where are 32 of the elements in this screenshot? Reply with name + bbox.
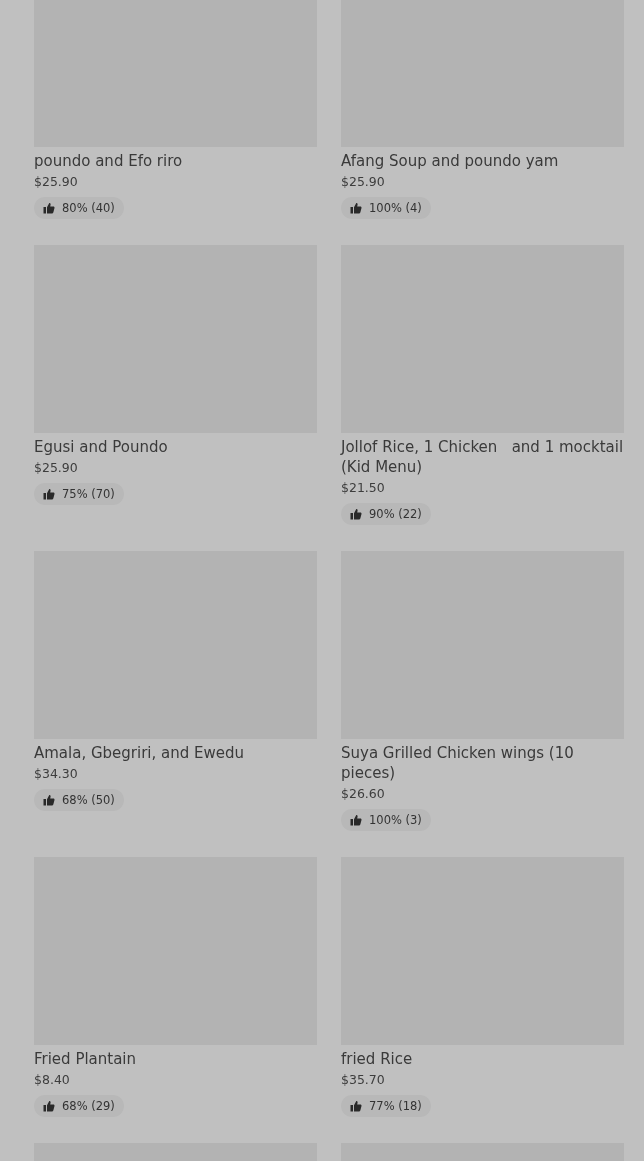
item-name[interactable]: Jollof Rice, 1 Chicken and 1 mocktail (Kid Menu) [341, 437, 624, 477]
thumbs-up-icon [350, 1100, 362, 1112]
item-name[interactable]: Afang Soup and poundo yam [341, 151, 559, 171]
item-name[interactable]: Suya Grilled Chicken wings (10 pieces) [341, 743, 624, 783]
thumbs-up-icon [350, 202, 362, 214]
thumbs-up-icon [350, 814, 362, 826]
item-price: $25.90 [34, 173, 78, 191]
item-price: $21.50 [341, 479, 385, 497]
item-price: $25.90 [34, 459, 78, 477]
item-name[interactable]: Amala, Gbegriri, and Ewedu [34, 743, 245, 763]
thumbs-up-icon [43, 488, 55, 500]
item-name[interactable]: poundo and Efo riro [34, 151, 183, 171]
thumbs-up-icon [350, 508, 362, 520]
thumbs-up-icon [43, 1100, 55, 1112]
item-name[interactable]: Egusi and Poundo [34, 437, 168, 457]
item-price: $8.40 [34, 1071, 70, 1089]
item-price: $25.90 [341, 173, 385, 191]
rating-badge: 75% (70) [34, 483, 124, 505]
rating-badge: 68% (29) [34, 1095, 124, 1117]
rating-badge: 68% (50) [34, 789, 124, 811]
rating-badge: 100% (4) [341, 197, 431, 219]
thumbs-up-icon [43, 202, 55, 214]
rating-badge: 80% (40) [34, 197, 124, 219]
item-name[interactable]: Fried Plantain [34, 1049, 137, 1069]
item-price: $26.60 [341, 785, 385, 803]
rating-badge: 100% (3) [341, 809, 431, 831]
rating-badge: 77% (18) [341, 1095, 431, 1117]
rating-badge: 90% (22) [341, 503, 431, 525]
item-price: $35.70 [341, 1071, 385, 1089]
item-name[interactable]: fried Rice [341, 1049, 413, 1069]
item-price: $34.30 [34, 765, 78, 783]
thumbs-up-icon [43, 794, 55, 806]
